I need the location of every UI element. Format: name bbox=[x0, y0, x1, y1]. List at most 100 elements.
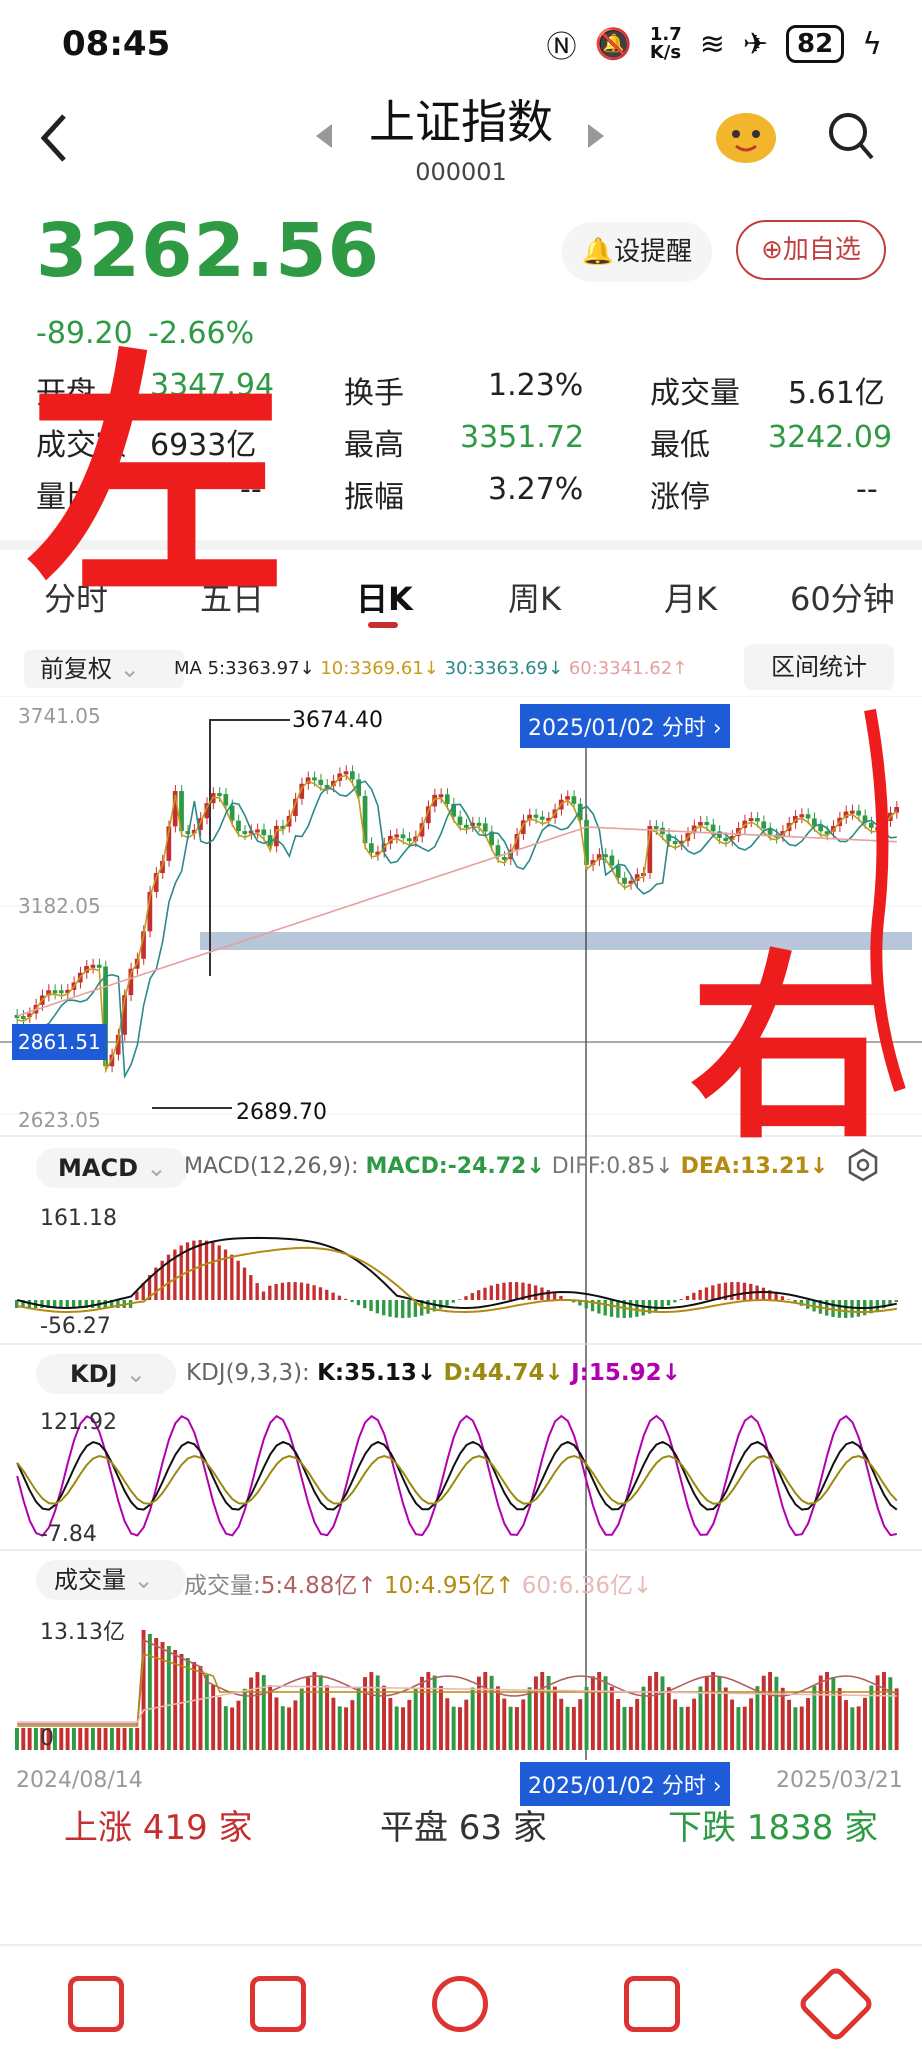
volume-bar bbox=[432, 1675, 437, 1750]
bottom-toolbar bbox=[0, 1944, 922, 2050]
volume-bar bbox=[135, 1728, 140, 1750]
volume-bar bbox=[793, 1707, 798, 1750]
volume-bar bbox=[344, 1707, 349, 1750]
kdj-select[interactable]: KDJ ⌄ bbox=[36, 1354, 176, 1394]
volume-bar bbox=[356, 1688, 361, 1750]
macd-bar bbox=[704, 1287, 709, 1300]
candle-body bbox=[571, 796, 577, 804]
volume-bar bbox=[439, 1686, 443, 1750]
volume-bar bbox=[230, 1707, 235, 1750]
volume-bar bbox=[508, 1706, 513, 1750]
volume-select[interactable]: 成交量 ⌄ bbox=[36, 1560, 186, 1600]
settings-icon[interactable] bbox=[846, 1148, 880, 1182]
volume-bar bbox=[660, 1676, 665, 1750]
volume-bar bbox=[527, 1687, 532, 1750]
net-speed: 1.7 K/s bbox=[649, 24, 682, 63]
range-stats-button[interactable]: 区间统计 bbox=[744, 644, 894, 690]
macd-bar bbox=[787, 1299, 791, 1300]
volume-bar bbox=[768, 1672, 773, 1750]
volume-bar bbox=[533, 1676, 538, 1750]
macd-bar bbox=[679, 1299, 683, 1300]
candle-body bbox=[849, 810, 855, 814]
tab-60min[interactable]: 60分钟 bbox=[790, 574, 895, 620]
search-icon[interactable] bbox=[826, 110, 876, 162]
candle-body bbox=[761, 821, 767, 829]
volume-bar bbox=[692, 1698, 697, 1750]
macd-bar bbox=[242, 1267, 247, 1300]
stat-value: 3351.72 bbox=[460, 420, 585, 455]
tab-daily-k[interactable]: 日K bbox=[356, 574, 413, 620]
volume-bar bbox=[470, 1687, 475, 1750]
macd-bar bbox=[331, 1292, 335, 1300]
candle-body bbox=[704, 822, 710, 826]
macd-bar bbox=[597, 1300, 601, 1314]
volume-bar bbox=[502, 1698, 507, 1750]
stat-label: 换手 bbox=[344, 376, 404, 411]
volume-bar bbox=[15, 1728, 19, 1750]
macd-bar bbox=[673, 1300, 677, 1303]
tab-monthly-k[interactable]: 月K bbox=[664, 574, 717, 620]
macd-bar bbox=[356, 1300, 361, 1306]
set-alert-button[interactable]: 🔔设提醒 bbox=[562, 222, 712, 282]
volume-bar bbox=[603, 1676, 608, 1750]
macd-bar bbox=[502, 1282, 506, 1300]
volume-bar bbox=[312, 1672, 317, 1750]
mascot-icon[interactable] bbox=[712, 104, 780, 166]
high-marker-label: 3674.40 bbox=[292, 708, 383, 733]
volume-bar bbox=[565, 1706, 570, 1750]
volume-bar bbox=[647, 1676, 652, 1750]
candle-body bbox=[856, 810, 862, 816]
decliners: 下跌 1838 家 bbox=[668, 1808, 879, 1848]
y-axis-top: 3741.05 bbox=[18, 704, 101, 728]
layers-icon[interactable] bbox=[432, 1976, 488, 2032]
divider bbox=[0, 540, 922, 550]
macd-bar bbox=[306, 1283, 310, 1300]
macd-bar bbox=[476, 1290, 481, 1300]
macd-bar bbox=[635, 1300, 639, 1317]
candle-body bbox=[463, 824, 469, 828]
macd-select[interactable]: MACD ⌄ bbox=[36, 1148, 188, 1188]
volume-bar bbox=[622, 1706, 627, 1750]
chart-icon[interactable] bbox=[68, 1976, 124, 2032]
news-icon[interactable] bbox=[624, 1976, 680, 2032]
volume-bar bbox=[426, 1672, 431, 1750]
add-watchlist-button[interactable]: ⊕加自选 bbox=[736, 220, 886, 280]
adjust-select[interactable]: 前复权 ⌄ bbox=[24, 650, 184, 688]
volume-bar bbox=[590, 1676, 595, 1750]
macd-bar bbox=[470, 1293, 474, 1300]
macd-bar bbox=[495, 1283, 500, 1300]
macd-bar bbox=[274, 1283, 278, 1300]
cursor-price-label: 2861.51 bbox=[12, 1024, 107, 1060]
volume-bar bbox=[211, 1684, 216, 1750]
volume-bar bbox=[388, 1697, 393, 1750]
macd-bar bbox=[394, 1300, 399, 1318]
macd-bar bbox=[293, 1282, 297, 1300]
macd-bar bbox=[299, 1282, 304, 1300]
volume-bar bbox=[761, 1675, 766, 1750]
candle-body bbox=[748, 818, 754, 822]
share-icon[interactable] bbox=[796, 1964, 876, 2044]
volume-bar bbox=[609, 1686, 614, 1750]
bell-icon: 🔔 bbox=[581, 237, 615, 267]
kdj-d-line bbox=[16, 1454, 898, 1505]
macd-bar bbox=[344, 1298, 348, 1300]
kline-chart[interactable] bbox=[0, 696, 922, 1796]
tab-weekly-k[interactable]: 周K bbox=[508, 574, 561, 620]
macd-bar bbox=[363, 1300, 367, 1309]
tab-intraday[interactable]: 分时 bbox=[44, 574, 108, 620]
macd-bar bbox=[850, 1300, 854, 1318]
volume-bar bbox=[540, 1672, 545, 1750]
macd-bar bbox=[483, 1287, 487, 1300]
next-stock-icon[interactable] bbox=[588, 124, 604, 148]
volume-bar bbox=[578, 1699, 583, 1750]
stat-value: -- bbox=[856, 472, 878, 507]
plus-icon: ⊕ bbox=[761, 235, 783, 265]
candle-body bbox=[812, 818, 817, 826]
macd-bar bbox=[287, 1282, 291, 1300]
macd-bar bbox=[666, 1300, 671, 1306]
support-band bbox=[200, 932, 912, 950]
volume-bar bbox=[521, 1699, 526, 1750]
volume-bar bbox=[489, 1675, 494, 1750]
trade-icon[interactable] bbox=[250, 1976, 306, 2032]
tab-5day[interactable]: 五日 bbox=[200, 574, 264, 620]
